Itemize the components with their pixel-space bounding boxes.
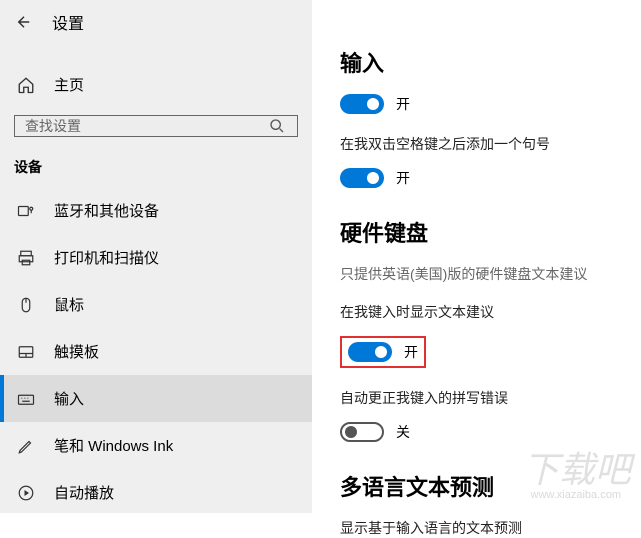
home-nav[interactable]: 主页	[0, 62, 312, 107]
setting-label-period: 在我双击空格键之后添加一个句号	[340, 134, 641, 154]
section-title-hardware: 硬件键盘	[340, 216, 641, 248]
mouse-icon	[16, 295, 36, 315]
sidebar-item-pen[interactable]: 笔和 Windows Ink	[0, 422, 312, 469]
touchpad-icon	[16, 342, 36, 362]
keyboard-icon	[16, 389, 36, 409]
toggle-row-3-highlighted: 开	[340, 336, 426, 368]
sidebar-item-autoplay[interactable]: 自动播放	[0, 469, 312, 516]
sidebar-item-label: 鼠标	[54, 294, 84, 315]
sidebar-item-typing[interactable]: 输入	[0, 375, 312, 422]
category-label: 设备	[0, 151, 312, 187]
back-arrow-icon	[15, 13, 33, 31]
section-title-multilang: 多语言文本预测	[340, 470, 641, 502]
main-content: 输入 开 在我双击空格键之后添加一个句号 开 硬件键盘 只提供英语(美国)版的硬…	[312, 0, 641, 513]
section-title-typing: 输入	[340, 46, 641, 78]
sidebar-item-mouse[interactable]: 鼠标	[0, 281, 312, 328]
search-input[interactable]	[25, 118, 267, 134]
nav-list: 蓝牙和其他设备 打印机和扫描仪 鼠标 触摸板 输入 笔和 Windows Ink…	[0, 187, 312, 516]
sidebar-item-label: 打印机和扫描仪	[54, 247, 159, 268]
toggle-3-label: 开	[404, 342, 418, 362]
toggle-4-label: 关	[396, 422, 410, 442]
search-icon	[267, 116, 287, 136]
toggle-3[interactable]	[348, 342, 392, 362]
toggle-4[interactable]	[340, 422, 384, 442]
setting-label-autocorrect: 自动更正我键入的拼写错误	[340, 388, 641, 408]
sidebar-item-bluetooth[interactable]: 蓝牙和其他设备	[0, 187, 312, 234]
sidebar-item-printers[interactable]: 打印机和扫描仪	[0, 234, 312, 281]
setting-label-multilang: 显示基于输入语言的文本预测	[340, 518, 641, 538]
toggle-1-label: 开	[396, 94, 410, 114]
toggle-row-2: 开	[340, 168, 641, 188]
search-box[interactable]	[14, 115, 298, 137]
back-button[interactable]	[12, 10, 36, 34]
sidebar-item-label: 输入	[54, 388, 84, 409]
sidebar-item-label: 蓝牙和其他设备	[54, 200, 159, 221]
toggle-2-label: 开	[396, 168, 410, 188]
toggle-2[interactable]	[340, 168, 384, 188]
autoplay-icon	[16, 483, 36, 503]
sidebar-item-touchpad[interactable]: 触摸板	[0, 328, 312, 375]
printer-icon	[16, 248, 36, 268]
sidebar: 设置 主页 设备 蓝牙和其他设备 打印机和扫描仪 鼠标 触摸板	[0, 0, 312, 513]
toggle-row-4: 关	[340, 422, 641, 442]
sidebar-header: 设置	[0, 0, 312, 44]
setting-label-suggest: 在我键入时显示文本建议	[340, 302, 641, 322]
home-icon	[16, 75, 36, 95]
pen-icon	[16, 436, 36, 456]
toggle-row-1: 开	[340, 94, 641, 114]
sidebar-item-label: 触摸板	[54, 341, 99, 362]
bluetooth-icon	[16, 201, 36, 221]
settings-title: 设置	[52, 10, 84, 34]
toggle-1[interactable]	[340, 94, 384, 114]
home-label: 主页	[54, 74, 84, 95]
sidebar-item-label: 笔和 Windows Ink	[54, 435, 173, 456]
hardware-subtext: 只提供英语(美国)版的硬件键盘文本建议	[340, 264, 641, 284]
sidebar-item-label: 自动播放	[54, 482, 114, 503]
